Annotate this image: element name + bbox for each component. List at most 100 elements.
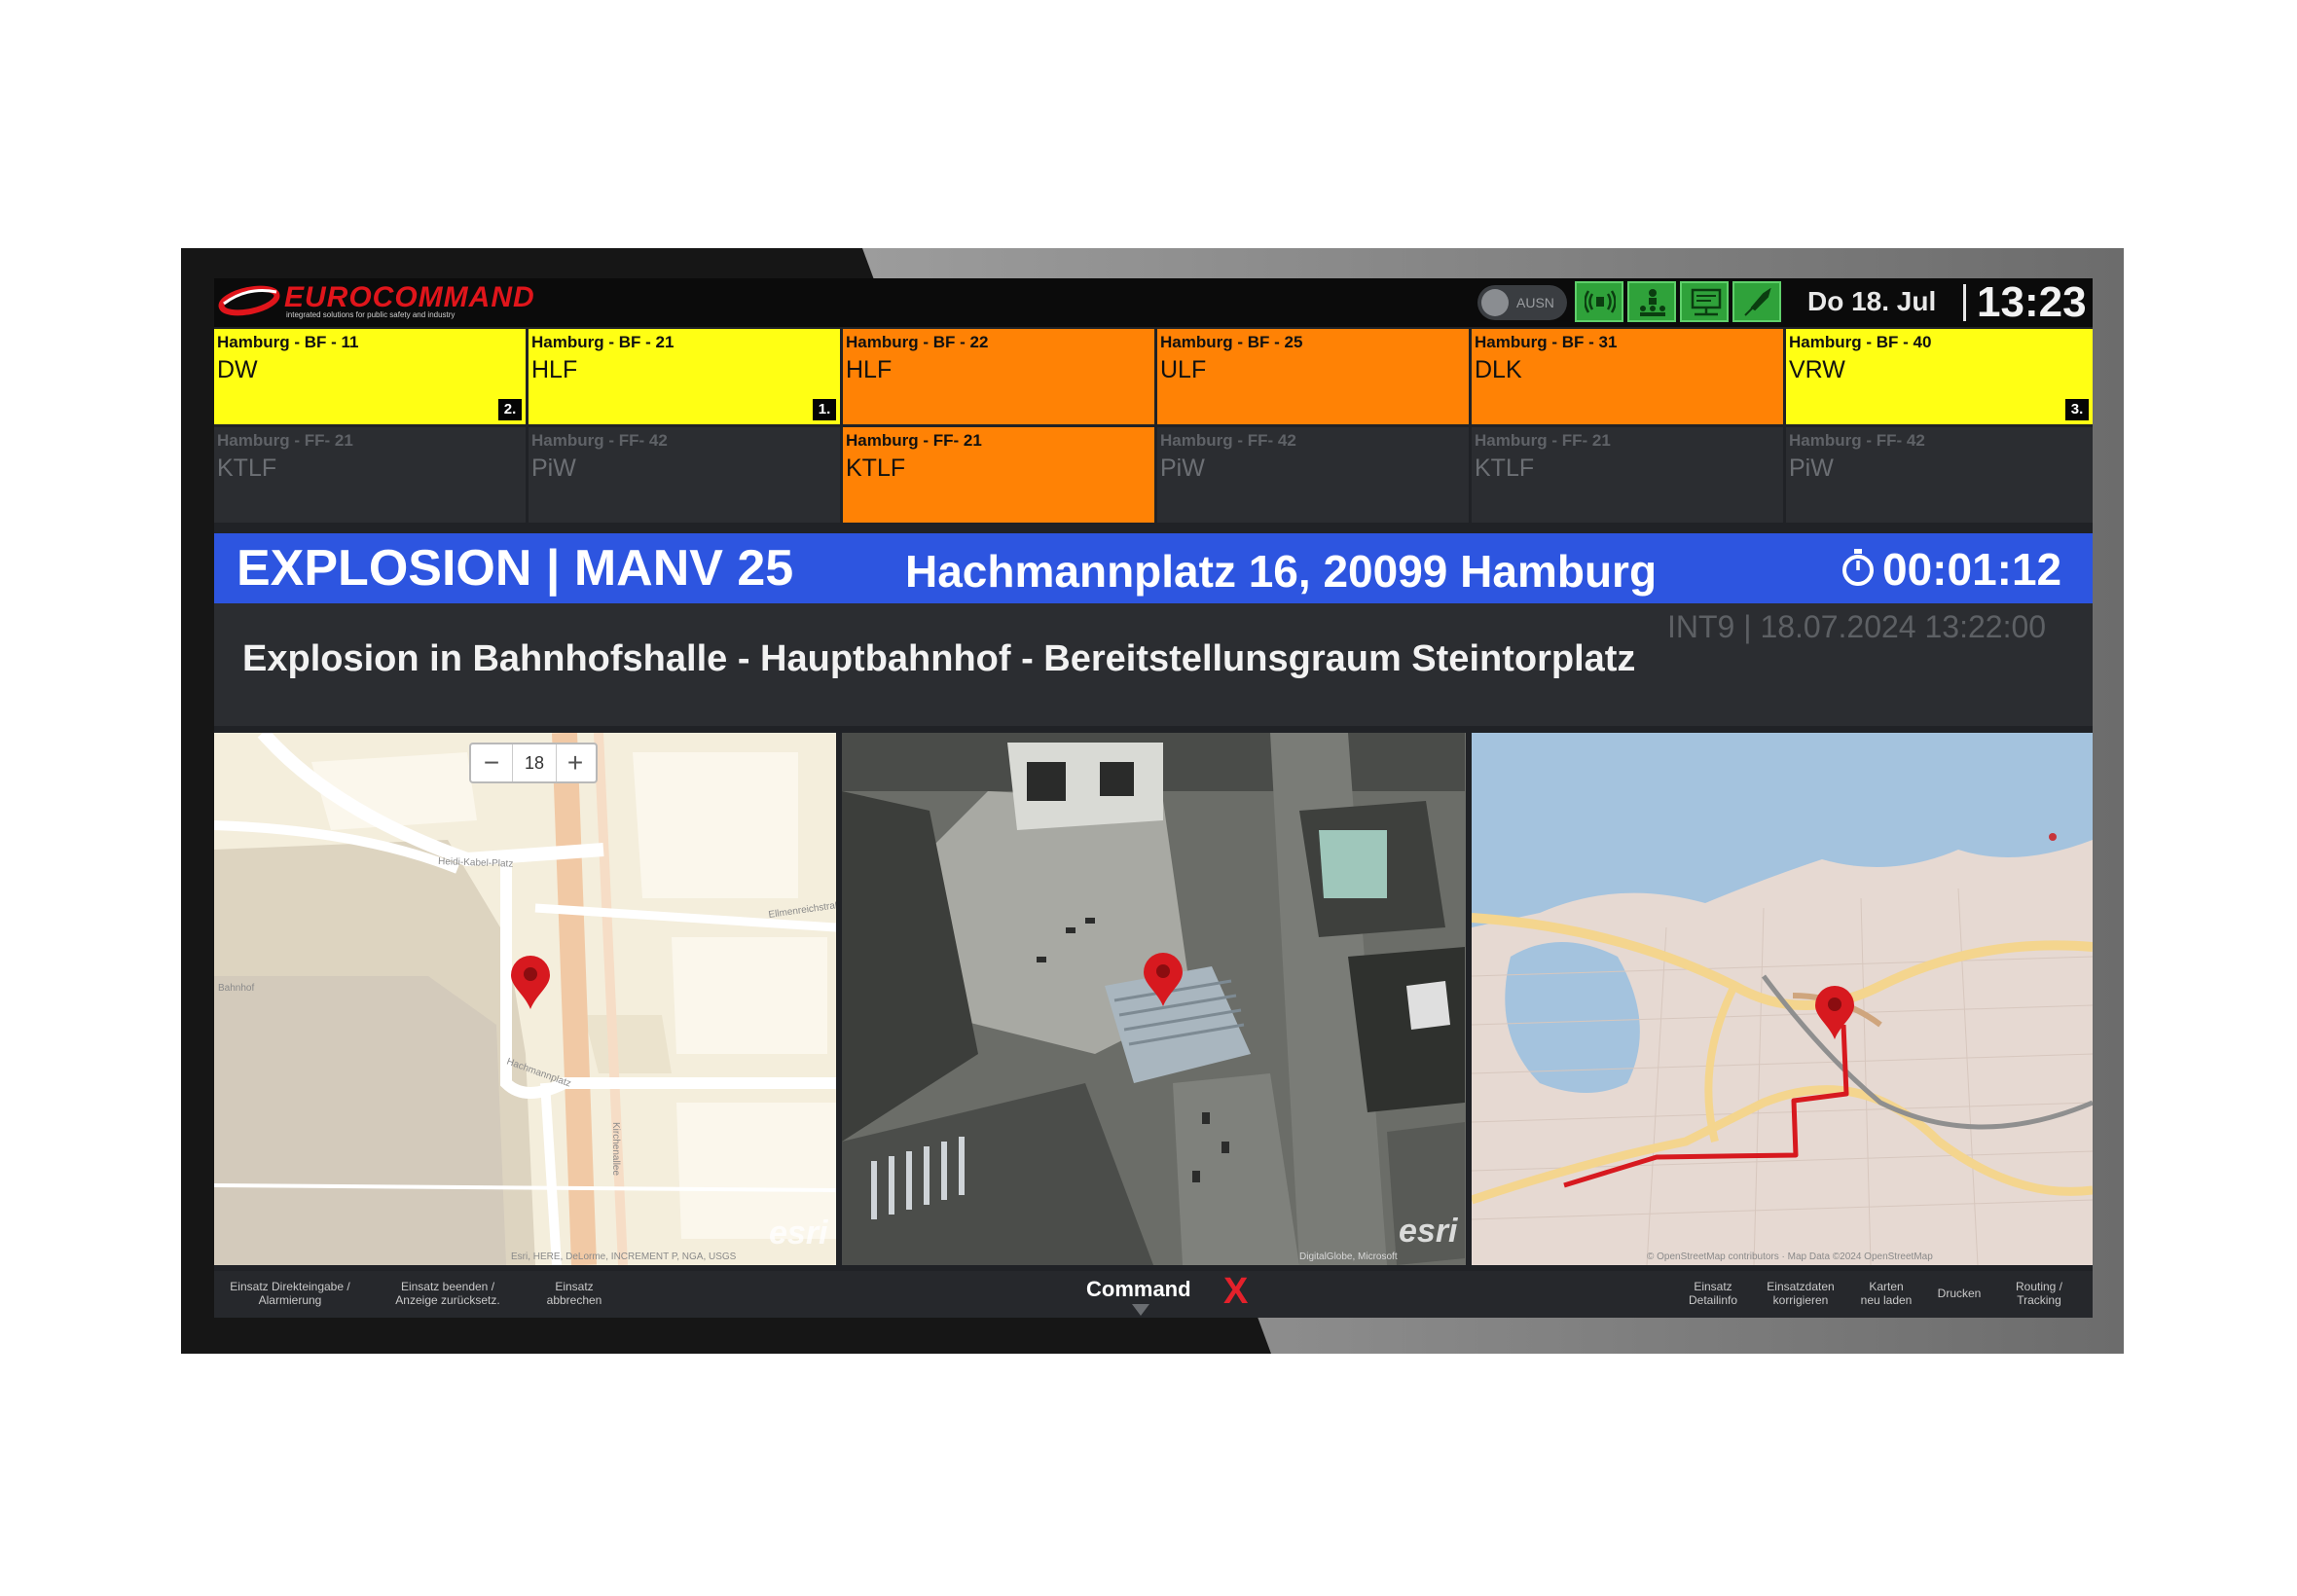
eurocommand-logo: EUROCOMMAND integrated solutions for pub… [218, 280, 539, 323]
incident-title: EXPLOSION | MANV 25 [237, 540, 794, 597]
button-label: korrigieren [1772, 1293, 1829, 1307]
unit-type: PiW [1789, 454, 1834, 482]
commandx-logo: Command [1086, 1277, 1191, 1301]
current-date: Do 18. Jul [1807, 286, 1937, 316]
unit-tile[interactable]: Hamburg - BF - 31 DLK [1472, 329, 1783, 424]
unit-type: ULF [1160, 356, 1207, 383]
collapse-arrow-icon[interactable] [1132, 1304, 1149, 1316]
unit-station: Hamburg - FF- 42 [531, 431, 668, 450]
overview-map[interactable]: © OpenStreetMap contributors · Map Data … [1472, 733, 2093, 1265]
unit-station: Hamburg - FF- 21 [217, 431, 353, 450]
satellite-map[interactable]: esri DigitalGlobe, Microsoft [842, 733, 1466, 1265]
unit-station: Hamburg - BF - 22 [846, 333, 989, 351]
unit-station: Hamburg - FF- 21 [846, 431, 982, 450]
unit-tile[interactable]: Hamburg - BF - 40 VRW 3. [1786, 329, 2093, 424]
button-label: Detailinfo [1688, 1293, 1738, 1307]
toggle-label: AUSN [1516, 295, 1554, 310]
incident-info-panel: INT9 | 18.07.2024 13:22:00 Explosion in … [214, 603, 2093, 726]
unit-tile[interactable]: Hamburg - FF- 42 PiW [529, 427, 840, 523]
unit-type: VRW [1789, 356, 1845, 383]
reload-maps-button[interactable]: Karten neu laden [1852, 1280, 1920, 1307]
button-label: abbrechen [546, 1293, 602, 1307]
direct-entry-button[interactable]: Einsatz Direkteingabe / Alarmierung [222, 1280, 358, 1307]
incident-banner: EXPLOSION | MANV 25 Hachmannplatz 16, 20… [214, 533, 2093, 603]
alarm-signal-icon [1585, 290, 1616, 313]
current-time: 13:23 [1977, 278, 2087, 326]
unit-order-badge: 2. [498, 399, 522, 420]
unit-tile[interactable]: Hamburg - BF - 11 DW 2. [214, 329, 526, 424]
button-label: Einsatz [555, 1280, 594, 1293]
unit-tile[interactable]: Hamburg - FF- 21 KTLF [843, 427, 1154, 523]
unit-station: Hamburg - BF - 25 [1160, 333, 1303, 351]
print-button[interactable]: Drucken [1930, 1287, 1988, 1300]
street-label: Bahnhof [218, 983, 254, 994]
button-label: Einsatz Direkteingabe / [230, 1280, 350, 1293]
toggle-knob [1481, 289, 1509, 316]
logo-swoosh-icon [218, 285, 280, 316]
map-attribution: © OpenStreetMap contributors · Map Data … [1647, 1251, 1933, 1262]
unit-type: PiW [1160, 454, 1205, 482]
unit-type: KTLF [846, 454, 906, 482]
unit-type: KTLF [217, 454, 277, 482]
unit-station: Hamburg - FF- 42 [1160, 431, 1296, 450]
button-label: Drucken [1937, 1287, 1982, 1300]
street-label: Kirchenallee [610, 1122, 621, 1176]
zoom-out-button[interactable]: − [471, 744, 512, 781]
street-map[interactable]: Heidi-Kabel-Platz Ellmenreichstraße Hach… [214, 733, 836, 1265]
elapsed-timer: 00:01:12 [1882, 544, 2062, 595]
unit-tile[interactable]: Hamburg - FF- 42 PiW [1157, 427, 1469, 523]
unit-tile[interactable]: Hamburg - BF - 21 HLF 1. [529, 329, 840, 424]
zoom-in-button[interactable]: + [555, 744, 596, 781]
ausn-toggle[interactable]: AUSN [1477, 285, 1567, 320]
unit-tile[interactable]: Hamburg - FF- 21 KTLF [1472, 427, 1783, 523]
button-label: Routing / [2015, 1280, 2063, 1293]
unit-station: Hamburg - BF - 31 [1475, 333, 1618, 351]
incident-detail-button[interactable]: Einsatz Detailinfo [1679, 1280, 1747, 1307]
monitor-network-button[interactable] [1680, 281, 1729, 322]
end-incident-button[interactable]: Einsatz beenden / Anzeige zurücksetz. [384, 1280, 511, 1307]
commandx-logo-x: X [1223, 1271, 1249, 1312]
unit-order-badge: 3. [2065, 399, 2089, 420]
satellite-icon [1744, 288, 1771, 316]
button-label: Einsatzdaten [1767, 1280, 1835, 1293]
unit-type: HLF [846, 356, 893, 383]
map-attribution: DigitalGlobe, Microsoft [1299, 1251, 1398, 1262]
unit-station: Hamburg - FF- 42 [1789, 431, 1925, 450]
unit-station: Hamburg - BF - 40 [1789, 333, 1932, 351]
date-time-divider [1963, 284, 1966, 321]
button-label: neu laden [1860, 1293, 1913, 1307]
monitor-network-icon [1691, 288, 1722, 316]
brand-tagline: integrated solutions for public safety a… [286, 310, 456, 319]
button-label: Einsatz [1694, 1280, 1732, 1293]
incident-meta: INT9 | 18.07.2024 13:22:00 [1667, 609, 2047, 644]
satellite-button[interactable] [1732, 281, 1781, 322]
footer-toolbar: Einsatz Direkteingabe / Alarmierung Eins… [214, 1271, 2093, 1318]
overview-map-graphic [1472, 733, 2093, 1265]
map-attribution: Esri, HERE, DeLorme, INCREMENT P, NGA, U… [511, 1251, 737, 1262]
unit-tile[interactable]: Hamburg - BF - 25 ULF [1157, 329, 1469, 424]
dispatch-screen: EUROCOMMAND integrated solutions for pub… [214, 278, 2093, 1318]
alarm-signal-button[interactable] [1575, 281, 1623, 322]
brand-name: EUROCOMMAND [284, 281, 535, 313]
unit-type: DW [217, 356, 258, 383]
unit-order-badge: 1. [813, 399, 836, 420]
unit-structure-button[interactable] [1627, 281, 1676, 322]
correct-data-button[interactable]: Einsatzdaten korrigieren [1759, 1280, 1842, 1307]
unit-station: Hamburg - BF - 21 [531, 333, 675, 351]
incident-address: Hachmannplatz 16, 20099 Hamburg [905, 546, 1658, 597]
unit-type: PiW [531, 454, 576, 482]
unit-station: Hamburg - BF - 11 [217, 333, 359, 351]
unit-type: DLK [1475, 356, 1522, 383]
unit-tile[interactable]: Hamburg - FF- 42 PiW [1786, 427, 2093, 523]
cancel-incident-button[interactable]: Einsatz abbrechen [535, 1280, 613, 1307]
unit-type: HLF [531, 356, 578, 383]
zoom-control: − 18 + [469, 743, 598, 783]
unit-tile[interactable]: Hamburg - BF - 22 HLF [843, 329, 1154, 424]
top-bar: EUROCOMMAND integrated solutions for pub… [214, 278, 2093, 327]
unit-type: KTLF [1475, 454, 1535, 482]
satellite-map-graphic [842, 733, 1466, 1265]
routing-tracking-button[interactable]: Routing / Tracking [2000, 1280, 2078, 1307]
street-map-graphic: Heidi-Kabel-Platz Ellmenreichstraße Hach… [214, 733, 836, 1265]
monitor-frame: EUROCOMMAND integrated solutions for pub… [181, 248, 2124, 1354]
unit-tile[interactable]: Hamburg - FF- 21 KTLF [214, 427, 526, 523]
